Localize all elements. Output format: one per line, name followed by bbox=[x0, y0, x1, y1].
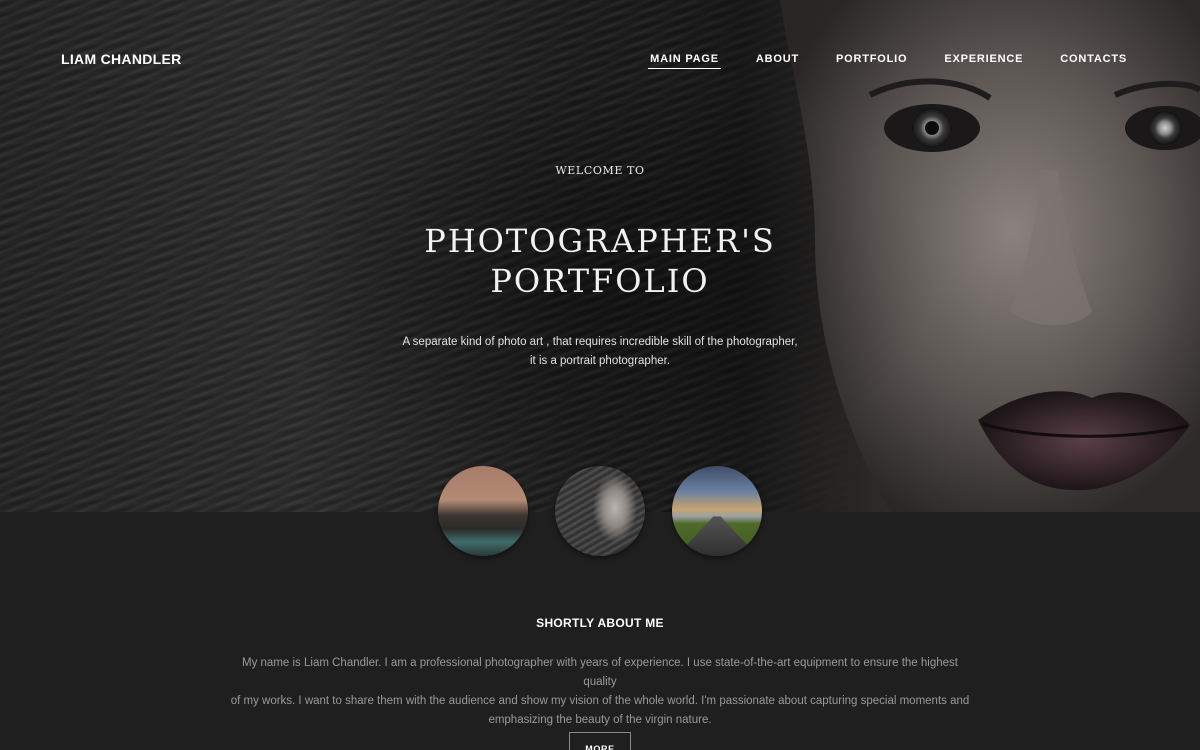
site-logo[interactable]: LIAM CHANDLER bbox=[61, 51, 182, 67]
more-button[interactable]: MORE bbox=[569, 732, 631, 750]
hero-tagline: A separate kind of photo art , that requ… bbox=[0, 333, 1200, 371]
nav-item-portfolio[interactable]: PORTFOLIO bbox=[834, 53, 909, 69]
hero-tagline-line1: A separate kind of photo art , that requ… bbox=[402, 336, 798, 348]
nav-item-main-page[interactable]: MAIN PAGE bbox=[648, 53, 721, 69]
about-section-title: SHORTLY ABOUT ME bbox=[536, 616, 664, 630]
nav-item-experience[interactable]: EXPERIENCE bbox=[942, 53, 1025, 69]
about-text-line3: emphasizing the beauty of the virgin nat… bbox=[488, 714, 712, 726]
thumbnail-landscape[interactable] bbox=[438, 466, 528, 556]
hero-headline: PHOTOGRAPHER'S PORTFOLIO bbox=[0, 221, 1200, 301]
about-text-line1: My name is Liam Chandler. I am a profess… bbox=[242, 657, 958, 688]
hero-welcome-text: WELCOME TO bbox=[555, 164, 645, 177]
featured-thumbnails bbox=[438, 466, 762, 556]
nav-item-contacts[interactable]: CONTACTS bbox=[1058, 53, 1129, 69]
hero-tagline-line2: it is a portrait photographer. bbox=[530, 355, 670, 367]
road-graphic bbox=[676, 516, 758, 556]
about-text-line2: of my works. I want to share them with t… bbox=[230, 695, 970, 707]
hero-headline-line1: PHOTOGRAPHER'S bbox=[424, 222, 776, 260]
thumbnail-portrait[interactable] bbox=[555, 466, 645, 556]
nav-item-about[interactable]: ABOUT bbox=[754, 53, 801, 69]
main-navigation: MAIN PAGE ABOUT PORTFOLIO EXPERIENCE CON… bbox=[615, 53, 1129, 69]
thumbnail-road[interactable] bbox=[672, 466, 762, 556]
hero-headline-line2: PORTFOLIO bbox=[490, 262, 710, 300]
about-description: My name is Liam Chandler. I am a profess… bbox=[230, 654, 970, 730]
